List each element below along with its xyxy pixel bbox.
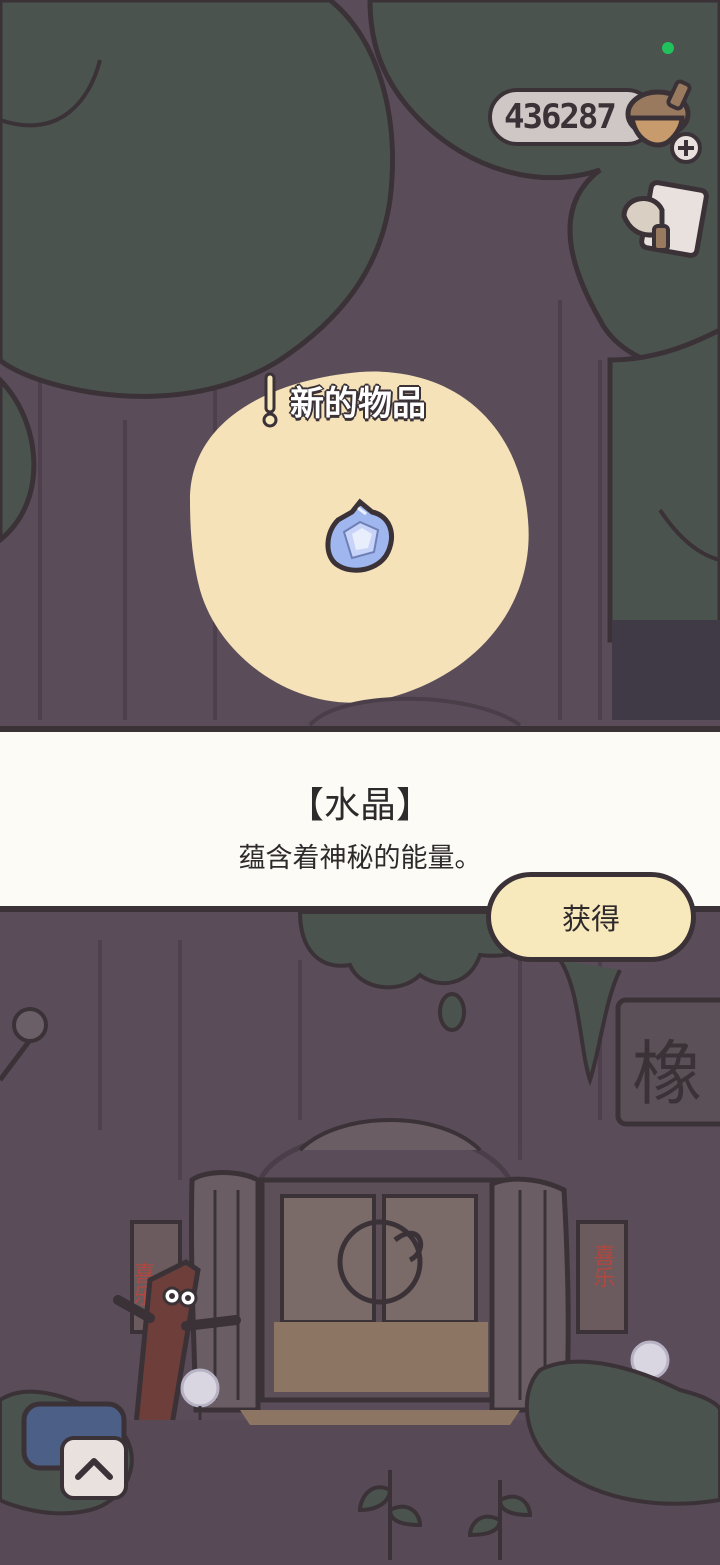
acorn-count: 436287: [504, 97, 617, 137]
status-indicator: [662, 42, 674, 54]
obtain-button[interactable]: 获得: [486, 872, 696, 962]
item-name: 【水晶】: [287, 785, 432, 826]
new-item-label: 新的物品: [289, 383, 427, 425]
item-description: 蕴含着神秘的能量。: [238, 843, 482, 874]
chevron-up-icon: [75, 1458, 113, 1480]
right-scroll-text: 喜乐: [590, 1244, 616, 1288]
expand-menu-button[interactable]: [60, 1436, 128, 1500]
new-item-badge: 新的物品: [258, 372, 427, 428]
shop-sign-text: 橡: [632, 1033, 702, 1115]
exclamation-icon: [262, 372, 278, 428]
note-icon[interactable]: [614, 176, 710, 262]
acorn-plus-icon[interactable]: [612, 72, 708, 168]
crystal-icon: [325, 498, 394, 573]
